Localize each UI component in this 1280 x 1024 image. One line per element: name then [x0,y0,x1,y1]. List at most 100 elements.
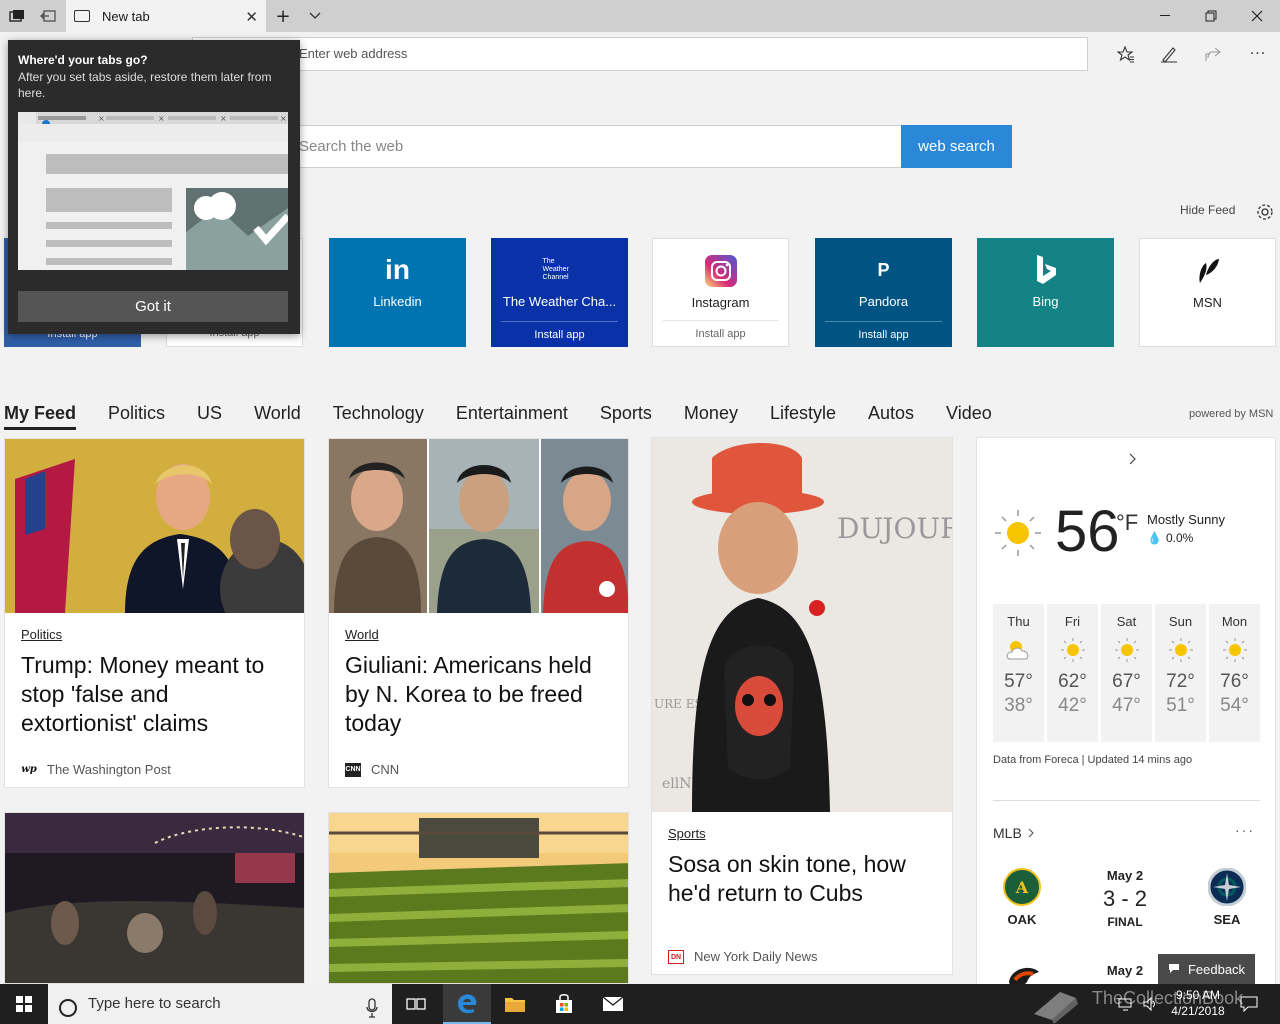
address-bar[interactable]: Enter web address [192,37,1088,71]
minimize-icon[interactable] [1142,0,1188,32]
clock[interactable]: 9:50 AM 4/21/2018 [1166,987,1230,1019]
feed-tab-lifestyle[interactable]: Lifestyle [770,398,836,430]
new-tab-icon[interactable]: + [270,0,296,32]
feed-tab-politics[interactable]: Politics [108,398,165,430]
tile-linkedin[interactable]: in Linkedin [329,238,466,347]
news-image [5,813,304,983]
feed-tab-entertainment[interactable]: Entertainment [456,398,568,430]
forecast-low: 38° [1004,695,1033,716]
taskbar-search-input[interactable]: Type here to search [48,984,392,1024]
washington-post-icon: wp [21,763,37,775]
chevron-down-icon[interactable] [302,0,328,32]
feed-tab-us[interactable]: US [197,398,222,430]
forecast-low: 51° [1166,695,1195,716]
taskbar-search-placeholder: Type here to search [88,995,221,1012]
news-category[interactable]: World [345,627,379,642]
news-category[interactable]: Sports [668,826,706,841]
tile-pandora[interactable]: P Pandora Install app [815,238,952,347]
tile-msn[interactable]: MSN [1139,238,1276,347]
news-source-name: The Washington Post [47,762,171,777]
divider [993,800,1260,801]
tabs-aside-icon[interactable] [4,0,30,32]
forecast-low: 42° [1058,695,1087,716]
popup-illustration: × × × × [18,112,288,270]
close-tab-icon[interactable]: ✕ [245,8,258,26]
web-search-button[interactable]: web search [901,125,1012,168]
feed-tab-money[interactable]: Money [684,398,738,430]
news-card[interactable]: World Giuliani: Americans held by N. Kor… [328,438,629,788]
close-window-icon[interactable] [1234,0,1280,32]
forecast-day[interactable]: Mon 76° 54° [1209,604,1260,742]
action-center-icon[interactable] [1240,996,1258,1016]
share-icon[interactable] [1201,42,1225,66]
feed-tab-sports[interactable]: Sports [600,398,652,430]
news-headline[interactable]: Sosa on skin tone, how he'd return to Cu… [668,850,936,908]
feedback-button[interactable]: Feedback [1158,954,1255,984]
forecast-low: 47° [1112,695,1141,716]
feed-tab-technology[interactable]: Technology [333,398,424,430]
favorites-icon[interactable] [1114,42,1138,66]
forecast-day[interactable]: Sat 67° 47° [1101,604,1152,742]
feed-tab-video[interactable]: Video [946,398,992,430]
windows-start-icon[interactable] [0,984,48,1024]
weather-condition: Mostly Sunny [1147,512,1226,527]
news-card[interactable] [4,812,305,984]
powered-by-msn: powered by MSN [1189,408,1274,420]
forecast-day[interactable]: Fri 62° 42° [1047,604,1098,742]
tile-install-link[interactable]: Install app [663,320,778,346]
got-it-button[interactable]: Got it [18,291,288,322]
mail-icon[interactable] [589,984,637,1024]
more-icon[interactable]: ··· [1235,822,1255,838]
microphone-icon[interactable] [366,994,378,1024]
tile-install-link[interactable]: Install app [825,321,942,347]
raindrop-icon: 💧 [1147,531,1162,545]
news-headline[interactable]: Giuliani: Americans held by N. Korea to … [345,651,612,738]
set-tabs-aside-icon[interactable] [34,0,62,32]
forecast-day-name: Fri [1064,614,1081,629]
news-category[interactable]: Politics [21,627,62,642]
home-team: SEA [1213,912,1241,927]
chevron-right-icon[interactable] [1129,452,1137,470]
tile-install-link[interactable]: Install app [501,321,618,347]
svg-text:A: A [1015,878,1029,897]
network-icon[interactable] [1118,996,1134,1016]
news-card[interactable] [328,812,629,984]
chevron-right-icon [1028,825,1035,841]
linkedin-icon: in [385,254,410,285]
tile-instagram[interactable]: Instagram Install app [652,238,789,347]
hide-feed-link[interactable]: Hide Feed [1180,203,1235,217]
forecast-high: 76° [1220,671,1249,692]
svg-text:×: × [220,114,227,123]
tile-label: Pandora [858,294,909,309]
pen-icon[interactable] [1157,42,1181,66]
game-status: FINAL [1107,915,1143,929]
tab-new-tab[interactable]: New tab ✕ [66,0,266,32]
forecast-day[interactable]: Sun 72° 51° [1155,604,1206,742]
news-card[interactable]: Politics Trump: Money meant to stop 'fal… [4,438,305,788]
feed-tab-world[interactable]: World [254,398,301,430]
more-icon[interactable]: ··· [1246,42,1270,66]
tabs-aside-popup: Where'd your tabs go? After you set tabs… [8,40,300,334]
volume-icon[interactable] [1142,996,1158,1016]
title-bar: New tab ✕ + [0,0,1280,32]
store-icon[interactable] [540,984,588,1024]
task-view-icon[interactable] [392,984,440,1024]
tile-weather-channel[interactable]: The Weather Channel The Weather Cha... I… [491,238,628,347]
gear-icon[interactable] [1255,202,1275,222]
svg-text:×: × [158,114,165,123]
forecast-day-name: Mon [1221,614,1248,629]
news-source-name: CNN [371,762,400,777]
mlb-header[interactable]: MLB [993,825,1035,841]
restore-icon[interactable] [1188,0,1234,32]
news-card[interactable]: DUJOUR URE ESS ellNEST Sports Sosa on sk… [651,437,953,975]
feed-tab-autos[interactable]: Autos [868,398,914,430]
forecast-day[interactable]: Thu 57° 38° [993,604,1044,742]
news-headline[interactable]: Trump: Money meant to stop 'false and ex… [21,651,288,738]
sun-icon [1209,635,1260,665]
feed-tab-my-feed[interactable]: My Feed [4,398,77,430]
tile-bing[interactable]: Bing [977,238,1114,347]
tab-title: New tab [102,8,150,24]
forecast-high: 62° [1058,671,1087,692]
edge-icon[interactable] [443,984,491,1024]
file-explorer-icon[interactable] [491,984,539,1024]
